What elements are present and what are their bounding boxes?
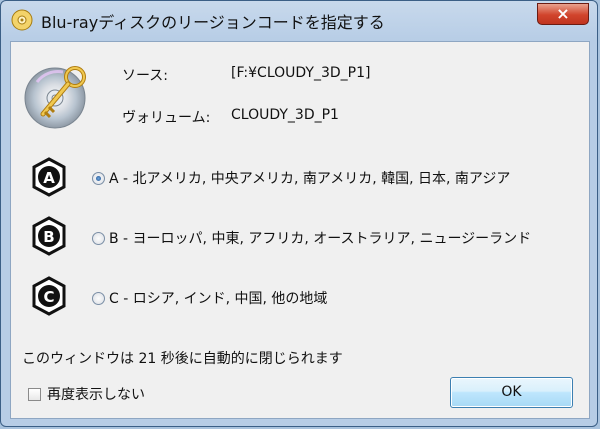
bluray-disc-key-icon: [24, 66, 86, 129]
svg-text:B: B: [43, 228, 54, 246]
region-c-icon: C: [32, 276, 66, 316]
dialog-content: ソース: [F:¥CLOUDY_3D_P1] ヴォリューム: CLOUDY_3D…: [10, 41, 590, 419]
close-button[interactable]: ×: [537, 3, 589, 25]
dont-show-again-checkbox[interactable]: [28, 388, 41, 401]
source-label: ソース:: [122, 68, 169, 84]
window-title: Blu-rayディスクのリージョンコードを指定する: [41, 13, 385, 32]
app-disc-icon: [11, 9, 33, 31]
countdown-text: このウィンドウは 21 秒後に自動的に閉じられます: [22, 351, 343, 367]
region-a-icon: A: [32, 157, 66, 197]
volume-value: CLOUDY_3D_P1: [231, 107, 339, 123]
region-b-icon: B: [32, 216, 66, 256]
volume-label: ヴォリューム:: [122, 110, 211, 126]
region-a-radio[interactable]: [92, 172, 105, 185]
region-b-radio[interactable]: [92, 232, 105, 245]
ok-button[interactable]: OK: [450, 377, 573, 408]
dont-show-again-label[interactable]: 再度表示しない: [47, 384, 145, 404]
dialog-window: Blu-rayディスクのリージョンコードを指定する × ソース: [F:¥CLO…: [0, 0, 598, 427]
region-a-label[interactable]: A - 北アメリカ, 中央アメリカ, 南アメリカ, 韓国, 日本, 南アジア: [109, 168, 510, 188]
svg-text:A: A: [43, 169, 55, 187]
region-c-radio[interactable]: [92, 292, 105, 305]
title-bar[interactable]: Blu-rayディスクのリージョンコードを指定する ×: [1, 1, 597, 41]
region-b-label[interactable]: B - ヨーロッパ, 中東, アフリカ, オーストラリア, ニュージーランド: [109, 228, 531, 248]
svg-text:C: C: [43, 288, 54, 306]
source-value: [F:¥CLOUDY_3D_P1]: [231, 65, 371, 81]
region-c-label[interactable]: C - ロシア, インド, 中国, 他の地域: [109, 288, 327, 308]
